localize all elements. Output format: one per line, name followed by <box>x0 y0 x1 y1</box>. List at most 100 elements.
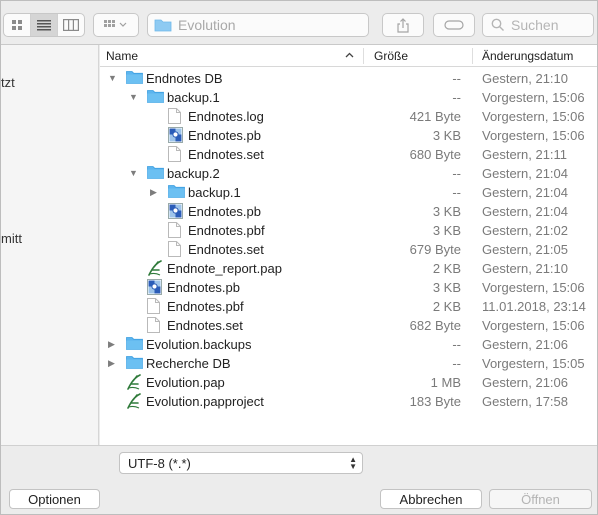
sort-ascending-icon <box>345 52 354 58</box>
sidebar-item[interactable]: mitt <box>1 231 22 246</box>
tag-icon <box>444 20 464 30</box>
disclosure-open-icon[interactable]: ▼ <box>129 167 139 179</box>
disclosure-open-icon[interactable]: ▼ <box>129 91 139 103</box>
folder-icon <box>147 165 164 181</box>
column-divider <box>472 48 473 64</box>
file-size: -- <box>452 356 461 371</box>
file-size: 183 Byte <box>409 394 461 409</box>
file-name: Endnotes.pb <box>167 280 241 295</box>
updown-arrows-icon: ▲ ▼ <box>349 455 357 471</box>
file-size: 2 KB <box>432 299 461 314</box>
file-date: Gestern, 17:58 <box>482 394 568 409</box>
papyrus-file-icon <box>126 393 143 409</box>
list-row[interactable]: Endnotes.pb 3 KB Vorgestern, 15:06 <box>100 278 597 297</box>
list-row[interactable]: Endnotes.pb 3 KB Gestern, 21:04 <box>100 202 597 221</box>
list-row[interactable]: Endnotes.pbf 2 KB 11.01.2018, 23:14 <box>100 297 597 316</box>
sidebar: tzt mitt <box>1 45 99 445</box>
list-row[interactable]: Endnotes.set 680 Byte Gestern, 21:11 <box>100 145 597 164</box>
file-date: Gestern, 21:02 <box>482 223 568 238</box>
file-size: 3 KB <box>432 223 461 238</box>
file-date: Gestern, 21:04 <box>482 166 568 181</box>
file-size: -- <box>452 71 461 86</box>
grid-icon <box>12 20 22 30</box>
file-size: 1 MB <box>430 375 461 390</box>
list-row[interactable]: Endnotes.set 679 Byte Gestern, 21:05 <box>100 240 597 259</box>
file-size: -- <box>452 166 461 181</box>
share-icon <box>397 17 409 33</box>
document-icon <box>168 222 185 238</box>
tags-button[interactable] <box>433 13 475 37</box>
list-row[interactable]: Endnotes.log 421 Byte Vorgestern, 15:06 <box>100 107 597 126</box>
file-date: Vorgestern, 15:06 <box>482 318 585 333</box>
file-name: Evolution.backups <box>146 337 252 352</box>
search-placeholder: Suchen <box>511 17 559 33</box>
options-button[interactable]: Optionen <box>9 489 100 509</box>
file-date: Gestern, 21:06 <box>482 337 568 352</box>
file-size: 3 KB <box>432 128 461 143</box>
list-row[interactable]: ▶ Recherche DB -- Vorgestern, 15:05 <box>100 354 597 373</box>
file-name: Evolution.papproject <box>146 394 264 409</box>
list-row[interactable]: Endnotes.pbf 3 KB Gestern, 21:02 <box>100 221 597 240</box>
search-field[interactable]: Suchen <box>482 13 594 37</box>
icon-view-button[interactable] <box>4 14 31 36</box>
list-row[interactable]: Endnote_report.pap 2 KB Gestern, 21:10 <box>100 259 597 278</box>
file-name: Endnotes.pbf <box>188 223 265 238</box>
encoding-bar: UTF-8 (*.*) ▲ ▼ <box>1 445 597 479</box>
file-name: Endnotes.set <box>167 318 243 333</box>
file-date: Gestern, 21:04 <box>482 185 568 200</box>
file-size: 3 KB <box>432 204 461 219</box>
column-view-button[interactable] <box>58 14 84 36</box>
open-button[interactable]: Öffnen <box>489 489 592 509</box>
path-folder-label: Evolution <box>178 17 236 33</box>
list-view-button[interactable] <box>31 14 58 36</box>
file-date: Gestern, 21:05 <box>482 242 568 257</box>
database-file-icon <box>147 279 164 295</box>
columns-icon <box>63 19 79 31</box>
file-name: Endnotes.log <box>188 109 264 124</box>
file-name: Endnotes.set <box>188 242 264 257</box>
file-name: Evolution.pap <box>146 375 225 390</box>
folder-icon <box>126 355 143 371</box>
column-header-size[interactable]: Größe <box>374 49 408 63</box>
file-name: backup.1 <box>188 185 241 200</box>
folder-icon <box>147 89 164 105</box>
file-name: Endnotes.pb <box>188 128 262 143</box>
list-row[interactable]: Evolution.papproject 183 Byte Gestern, 17:… <box>100 392 597 411</box>
folder-icon <box>154 19 172 32</box>
list-row[interactable]: ▼ Endnotes DB -- Gestern, 21:10 <box>100 69 597 88</box>
encoding-select[interactable]: UTF-8 (*.*) ▲ ▼ <box>119 452 363 474</box>
disclosure-closed-icon[interactable]: ▶ <box>108 338 118 350</box>
column-header-date[interactable]: Änderungsdatum <box>482 49 573 63</box>
folder-icon <box>168 184 185 200</box>
file-size: -- <box>452 337 461 352</box>
list-icon <box>37 20 51 31</box>
list-row[interactable]: Endnotes.set 682 Byte Vorgestern, 15:06 <box>100 316 597 335</box>
disclosure-open-icon[interactable]: ▼ <box>108 72 118 84</box>
list-row[interactable]: ▶ Evolution.backups -- Gestern, 21:06 <box>100 335 597 354</box>
cancel-button[interactable]: Abbrechen <box>380 489 482 509</box>
list-row[interactable]: Evolution.pap 1 MB Gestern, 21:06 <box>100 373 597 392</box>
share-button[interactable] <box>382 13 424 37</box>
arrange-button[interactable] <box>93 13 139 37</box>
sidebar-item[interactable]: tzt <box>1 75 15 90</box>
list-header: Name Größe Änderungsdatum <box>100 45 597 67</box>
file-list: Name Größe Änderungsdatum ▼ Endnotes DB --… <box>100 45 597 445</box>
list-row[interactable]: Endnotes.pb 3 KB Vorgestern, 15:06 <box>100 126 597 145</box>
file-date: 11.01.2018, 23:14 <box>482 299 586 314</box>
papyrus-file-icon <box>126 374 143 390</box>
folder-icon <box>126 336 143 352</box>
file-date: Gestern, 21:10 <box>482 261 568 276</box>
column-header-name[interactable]: Name <box>106 49 138 63</box>
disclosure-closed-icon[interactable]: ▶ <box>108 357 118 369</box>
path-popup[interactable]: Evolution <box>147 13 369 37</box>
list-row[interactable]: ▶ backup.1 -- Gestern, 21:04 <box>100 183 597 202</box>
file-date: Vorgestern, 15:06 <box>482 90 585 105</box>
file-name: Endnotes.pbf <box>167 299 244 314</box>
list-row[interactable]: ▼ backup.1 -- Vorgestern, 15:06 <box>100 88 597 107</box>
file-size: 421 Byte <box>409 109 461 124</box>
disclosure-closed-icon[interactable]: ▶ <box>150 186 160 198</box>
toolbar: Evolution Suchen <box>1 1 597 45</box>
file-name: Endnotes.pb <box>188 204 262 219</box>
list-row[interactable]: ▼ backup.2 -- Gestern, 21:04 <box>100 164 597 183</box>
file-date: Gestern, 21:04 <box>482 204 568 219</box>
